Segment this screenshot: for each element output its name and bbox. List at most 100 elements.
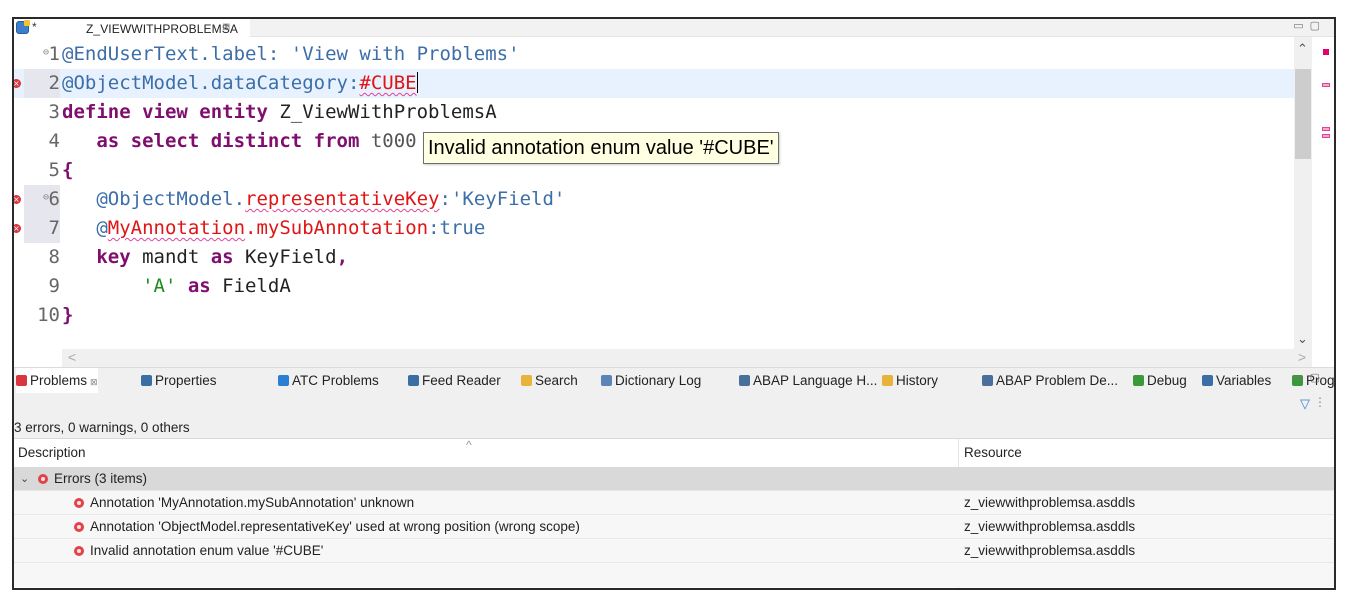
code-text: { [62,156,73,185]
view-tab-properties[interactable]: Properties [141,368,217,394]
view-tab-abap-problem-de[interactable]: ABAP Problem De... [982,368,1118,394]
fold-toggle-icon[interactable]: ⊖ [43,183,49,212]
code-line[interactable]: 8 key mandt as KeyField, [14,243,1294,272]
line-number: 6 [24,185,60,214]
view-tab-feed-reader[interactable]: Feed Reader [408,368,501,394]
view-tab-label: ABAP Language H... [753,373,878,388]
line-number: 10 [37,304,60,326]
filter-icon[interactable]: ▽ [1300,396,1310,412]
problem-row[interactable]: Annotation 'MyAnnotation.mySubAnnotation… [14,491,1334,515]
errors-group-row[interactable]: ⌄ Errors (3 items) [14,467,1334,491]
view-tab-label: Variables [1216,373,1272,388]
code-text: @MyAnnotation.mySubAnnotation:true [62,214,485,243]
code-token: as [210,246,246,268]
editor-tab-bar: * Z_VIEWWITHPROBLEMSA ⊠ ▭▢ [14,19,1334,37]
code-token: } [62,304,74,326]
overview-error-mark[interactable] [1322,127,1330,131]
problem-description: Invalid annotation enum value '#CUBE' [90,543,324,558]
properties-icon [141,375,152,386]
code-token: @EndUserText.label: 'View with Problems' [62,43,520,65]
overview-error-mark[interactable] [1322,83,1330,87]
error-marker-icon[interactable] [14,214,21,243]
code-text: 'A' as FieldA [62,272,291,301]
debug-icon [1133,375,1144,386]
view-tab-search[interactable]: Search [521,368,578,394]
code-token: representativeKey [245,188,440,210]
code-token: as [187,275,223,297]
view-tab-debug[interactable]: Debug [1133,368,1187,394]
overview-error-mark[interactable] [1322,134,1330,138]
code-token: MyAnnotation [107,217,246,239]
column-header-resource[interactable]: Resource [964,439,1022,467]
error-summary-icon[interactable] [1323,49,1329,55]
view-tab-variables[interactable]: Variables [1202,368,1271,394]
error-marker-icon[interactable] [14,185,21,214]
dirty-marker: * [32,20,37,34]
line-number: 9 [48,275,60,297]
horizontal-scrollbar[interactable]: < > [62,349,1312,367]
variables-icon [1202,375,1213,386]
empty-row [14,563,1334,587]
view-tab-history[interactable]: History [882,368,938,394]
code-line[interactable]: 2@ObjectModel.dataCategory:#CUBE [14,69,1294,98]
column-header-description[interactable]: Description [18,439,86,467]
scroll-down-icon[interactable]: ⌄ [1297,331,1308,347]
code-token: FieldA [222,275,291,297]
code-text: key mandt as KeyField, [62,243,348,272]
vertical-scroll-thumb[interactable] [1295,69,1311,159]
code-line[interactable]: 1 ⊖ @EndUserText.label: 'View with Problem… [14,40,1294,69]
view-tab-label: Properties [155,373,217,388]
eclipse-window: * Z_VIEWWITHPROBLEMSA ⊠ ▭▢ 1 ⊖ @EndUserTex… [12,17,1336,590]
view-tab-abap-language-h[interactable]: ABAP Language H... [739,368,877,394]
code-editor[interactable]: 1 ⊖ @EndUserText.label: 'View with Problem… [14,37,1334,367]
code-line[interactable]: 9 'A' as FieldA [14,272,1294,301]
code-token: , [336,246,349,268]
code-text: define view entity Z_ViewWithProblemsA [62,98,497,127]
code-line[interactable]: 3 define view entity Z_ViewWithProblemsA [14,98,1294,127]
code-line[interactable]: 10} [14,301,1294,330]
editor-tab[interactable]: * Z_VIEWWITHPROBLEMSA ⊠ [14,19,250,37]
line-number: 1 [48,43,60,65]
view-tab-dictionary-log[interactable]: Dictionary Log [601,368,701,394]
editor-tab-title: Z_VIEWWITHPROBLEMSA [86,22,238,36]
code-token: mandt [142,246,211,268]
view-tab-atc-problems[interactable]: ATC Problems [278,368,379,394]
line-number: 5 [48,159,60,181]
code-token: Z_ViewWithProblemsA [279,101,497,123]
close-tab-icon[interactable]: ⊠ [222,22,230,33]
editor-window-controls[interactable]: ▭▢ [1293,19,1326,32]
problem-row[interactable]: Annotation 'ObjectModel.representativeKe… [14,515,1334,539]
line-number: 3 [48,101,60,123]
line-number: 7 [24,214,60,243]
scroll-right-icon[interactable]: > [1298,349,1306,365]
code-line[interactable]: 7 @MyAnnotation.mySubAnnotation:true [14,214,1294,243]
table-header: Description ^ Resource [14,438,1334,467]
problem-resource: z_viewwithproblemsa.asddls [964,495,1136,510]
abap-problem-details-icon [982,375,993,386]
vertical-scrollbar[interactable]: ⌃ ⌄ [1294,37,1312,349]
view-tab-problems[interactable]: Problems ⊠ [16,368,98,394]
problem-row[interactable]: Invalid annotation enum value '#CUBE' z_v… [14,539,1334,563]
view-tab-label: Search [535,373,578,388]
scroll-up-icon[interactable]: ⌃ [1297,41,1308,57]
view-tab-label: ABAP Problem De... [996,373,1119,388]
error-marker-icon[interactable] [14,69,21,98]
problems-summary: 3 errors, 0 warnings, 0 others [14,417,1334,439]
view-menu-icon[interactable]: ⋮ [1314,395,1326,409]
view-tab-label: History [896,373,939,388]
code-line[interactable]: 6⊖ @ObjectModel.representativeKey:'KeyFi… [14,185,1294,214]
close-view-icon[interactable]: ⊠ [90,377,98,387]
problem-description: Annotation 'ObjectModel.representativeKe… [90,519,580,534]
views-window-controls[interactable]: ▭▢ [1293,371,1326,384]
view-tab-label: Debug [1147,373,1187,388]
view-tab-label: ATC Problems [292,373,379,388]
overview-ruler[interactable] [1318,37,1332,349]
fold-toggle-icon[interactable]: ⊖ [43,38,49,67]
view-tab-label: Dictionary Log [615,373,702,388]
scroll-left-icon[interactable]: < [68,349,76,365]
code-token: .mySubAnnotation [245,217,429,239]
line-number: 2 [24,69,60,98]
history-icon [882,375,893,386]
group-label: Errors (3 items) [54,471,148,486]
expand-chevron-icon[interactable]: ⌄ [20,467,29,491]
